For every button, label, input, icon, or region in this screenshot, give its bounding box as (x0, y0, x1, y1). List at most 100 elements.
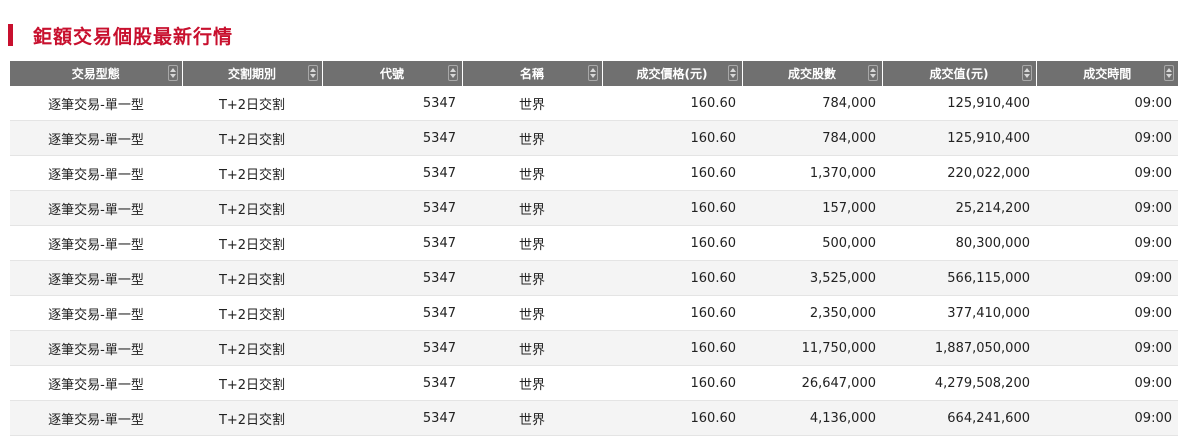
cell-name: 世界 (462, 295, 602, 331)
cell-volume: 2,350,000 (742, 295, 882, 331)
cell-settlement: T+2日交割 (182, 330, 322, 366)
cell-settlement: T+2日交割 (182, 86, 322, 121)
cell-trade-type: 逐筆交易-單一型 (10, 155, 182, 191)
cell-volume: 1,370,000 (742, 155, 882, 191)
cell-name: 世界 (462, 155, 602, 191)
column-header-label: 交割期別 (227, 67, 276, 81)
cell-time: 09:00 (1036, 120, 1178, 156)
page-title: 鉅額交易個股最新行情 (33, 25, 234, 48)
cell-price: 160.60 (602, 400, 742, 436)
cell-time: 09:00 (1036, 260, 1178, 296)
column-header-code[interactable]: 代號 (322, 61, 463, 86)
sort-icon[interactable] (1021, 65, 1032, 81)
sort-icon[interactable] (167, 65, 178, 81)
cell-settlement: T+2日交割 (182, 295, 322, 331)
column-header-trade-type[interactable]: 交易型態 (10, 61, 183, 86)
cell-trade-type: 逐筆交易-單一型 (10, 260, 182, 296)
column-header-label: 名稱 (519, 67, 544, 81)
column-header-label: 成交值(元) (929, 67, 989, 81)
sort-icon[interactable] (447, 65, 458, 81)
cell-price: 160.60 (602, 330, 742, 366)
sort-icon[interactable] (307, 65, 318, 81)
column-header-price[interactable]: 成交價格(元) (602, 61, 743, 86)
cell-name: 世界 (462, 400, 602, 436)
table-row: 逐筆交易-單一型 T+2日交割 5347 世界 160.60 3,525,000 566,1… (10, 260, 1178, 296)
cell-trade-type: 逐筆交易-單一型 (10, 295, 182, 331)
cell-name: 世界 (462, 365, 602, 401)
cell-value: 4,279,508,200 (882, 365, 1036, 401)
table-row: 逐筆交易-單一型 T+2日交割 5347 世界 160.60 1,370,000 220,0… (10, 155, 1178, 191)
table-row: 逐筆交易-單一型 T+2日交割 5347 世界 160.60 784,000 125,910… (10, 120, 1178, 156)
cell-price: 160.60 (602, 295, 742, 331)
column-header-value[interactable]: 成交值(元) (882, 61, 1037, 86)
cell-price: 160.60 (602, 120, 742, 156)
column-header-volume[interactable]: 成交股數 (742, 61, 883, 86)
table-header-row: 交易型態 交割期別 代號 名稱 成交價格(元) 成交股數 成交值(元) 成交時間 (10, 61, 1178, 86)
sort-icon[interactable] (587, 65, 598, 81)
cell-time: 09:00 (1036, 365, 1178, 401)
cell-code: 5347 (322, 155, 462, 191)
cell-value: 1,887,050,000 (882, 330, 1036, 366)
column-header-name[interactable]: 名稱 (462, 61, 603, 86)
cell-time: 09:00 (1036, 190, 1178, 226)
table-body: 逐筆交易-單一型 T+2日交割 5347 世界 160.60 784,000 125,910… (10, 86, 1178, 436)
cell-settlement: T+2日交割 (182, 190, 322, 226)
block-trade-table: 交易型態 交割期別 代號 名稱 成交價格(元) 成交股數 成交值(元) 成交時間… (10, 61, 1178, 436)
cell-value: 125,910,400 (882, 86, 1036, 121)
cell-price: 160.60 (602, 260, 742, 296)
cell-settlement: T+2日交割 (182, 155, 322, 191)
sort-icon[interactable] (867, 65, 878, 81)
page: 鉅額交易個股最新行情 交易型態 交割期別 代號 名稱 成交價格(元) 成交股數 … (0, 0, 1200, 436)
cell-value: 664,241,600 (882, 400, 1036, 436)
cell-code: 5347 (322, 400, 462, 436)
table-row: 逐筆交易-單一型 T+2日交割 5347 世界 160.60 26,647,000 4,27… (10, 365, 1178, 401)
column-header-settlement[interactable]: 交割期別 (182, 61, 323, 86)
column-header-label: 成交股數 (787, 67, 836, 81)
cell-time: 09:00 (1036, 225, 1178, 261)
cell-trade-type: 逐筆交易-單一型 (10, 225, 182, 261)
cell-time: 09:00 (1036, 295, 1178, 331)
cell-time: 09:00 (1036, 86, 1178, 121)
cell-volume: 784,000 (742, 120, 882, 156)
column-header-time[interactable]: 成交時間 (1036, 61, 1178, 86)
cell-value: 377,410,000 (882, 295, 1036, 331)
cell-name: 世界 (462, 86, 602, 121)
cell-time: 09:00 (1036, 155, 1178, 191)
cell-value: 80,300,000 (882, 225, 1036, 261)
cell-code: 5347 (322, 225, 462, 261)
sort-icon[interactable] (1164, 65, 1174, 81)
column-header-label: 代號 (379, 67, 404, 81)
cell-settlement: T+2日交割 (182, 400, 322, 436)
cell-name: 世界 (462, 260, 602, 296)
cell-volume: 11,750,000 (742, 330, 882, 366)
cell-price: 160.60 (602, 86, 742, 121)
cell-volume: 26,647,000 (742, 365, 882, 401)
title-marker-icon (8, 24, 13, 46)
cell-trade-type: 逐筆交易-單一型 (10, 120, 182, 156)
cell-name: 世界 (462, 120, 602, 156)
table-row: 逐筆交易-單一型 T+2日交割 5347 世界 160.60 784,000 125,910… (10, 86, 1178, 121)
cell-volume: 784,000 (742, 86, 882, 121)
cell-volume: 157,000 (742, 190, 882, 226)
cell-price: 160.60 (602, 190, 742, 226)
cell-price: 160.60 (602, 155, 742, 191)
table-row: 逐筆交易-單一型 T+2日交割 5347 世界 160.60 2,350,000 377,4… (10, 295, 1178, 331)
cell-volume: 4,136,000 (742, 400, 882, 436)
cell-name: 世界 (462, 330, 602, 366)
column-header-label: 成交時間 (1083, 67, 1132, 81)
cell-value: 25,214,200 (882, 190, 1036, 226)
cell-trade-type: 逐筆交易-單一型 (10, 365, 182, 401)
table-row: 逐筆交易-單一型 T+2日交割 5347 世界 160.60 500,000 80,300,… (10, 225, 1178, 261)
cell-code: 5347 (322, 120, 462, 156)
cell-settlement: T+2日交割 (182, 260, 322, 296)
cell-trade-type: 逐筆交易-單一型 (10, 400, 182, 436)
cell-value: 566,115,000 (882, 260, 1036, 296)
sort-icon[interactable] (727, 65, 738, 81)
table-row: 逐筆交易-單一型 T+2日交割 5347 世界 160.60 11,750,000 1,88… (10, 330, 1178, 366)
cell-trade-type: 逐筆交易-單一型 (10, 86, 182, 121)
cell-value: 220,022,000 (882, 155, 1036, 191)
cell-volume: 500,000 (742, 225, 882, 261)
cell-volume: 3,525,000 (742, 260, 882, 296)
cell-code: 5347 (322, 295, 462, 331)
cell-trade-type: 逐筆交易-單一型 (10, 190, 182, 226)
